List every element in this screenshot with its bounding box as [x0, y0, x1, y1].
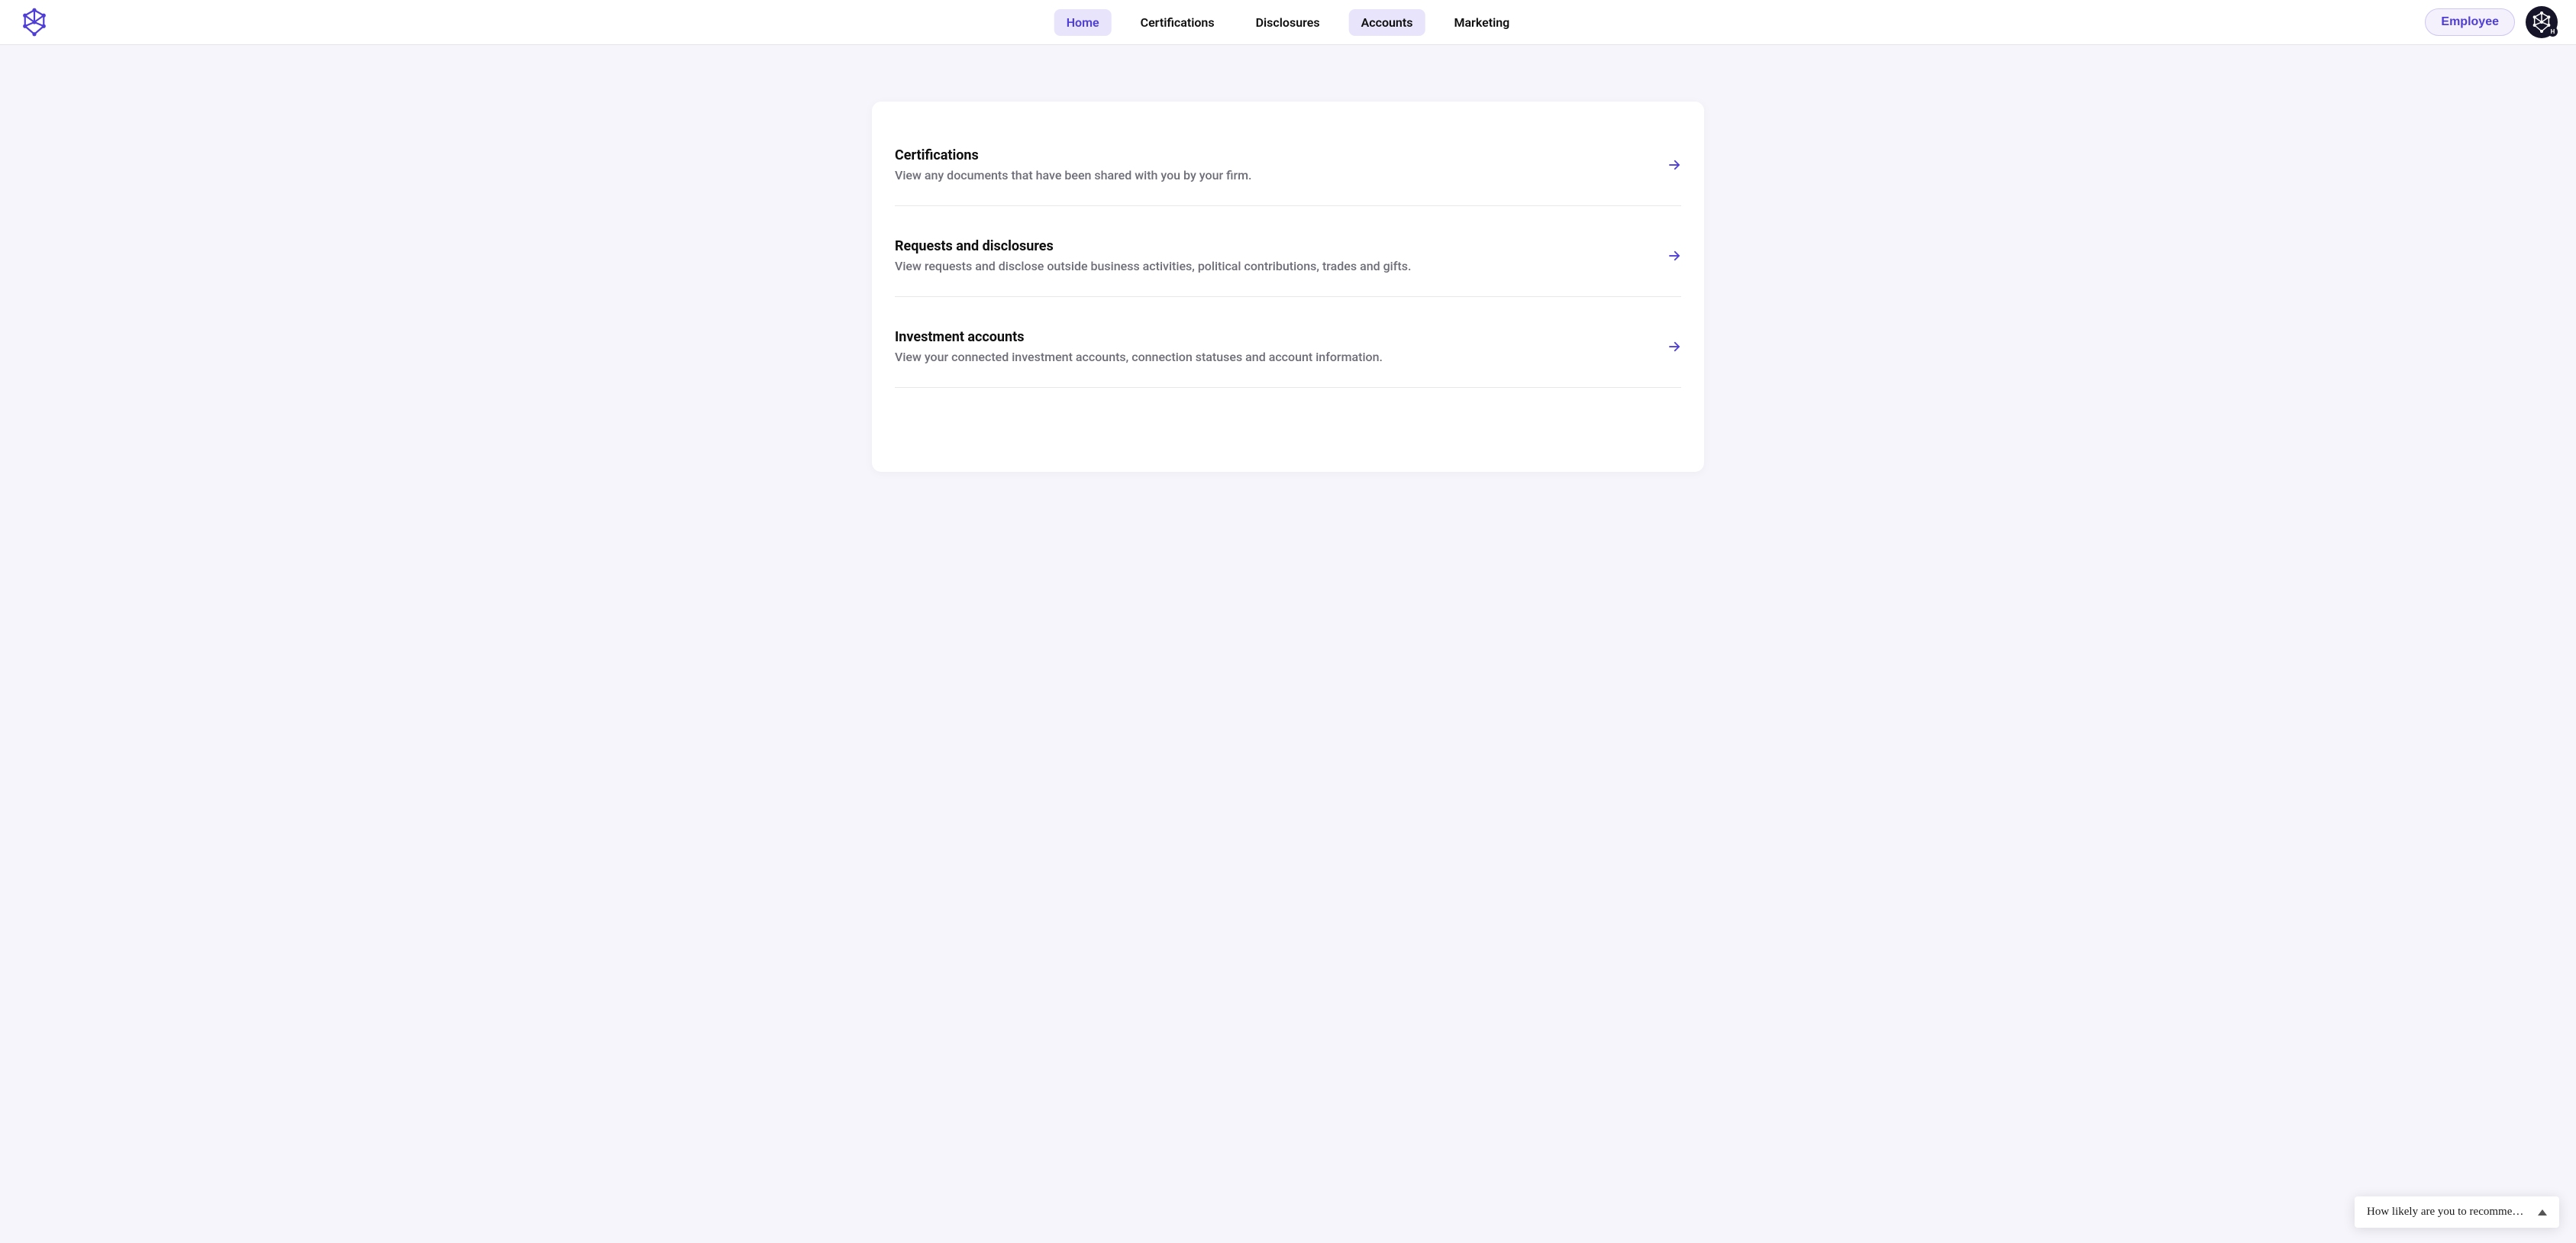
arrow-right-icon: [1667, 340, 1681, 354]
list-item-title: Requests and disclosures: [895, 238, 1652, 254]
header-right: Employee H: [2425, 6, 2558, 38]
list-item-requests-disclosures[interactable]: Requests and disclosures View requests a…: [895, 229, 1681, 297]
nav-accounts[interactable]: Accounts: [1349, 9, 1425, 36]
app-header: Home Certifications Disclosures Accounts…: [0, 0, 2576, 45]
main-content: Certifications View any documents that h…: [857, 102, 1719, 472]
survey-widget[interactable]: How likely are you to recommen…: [2355, 1196, 2559, 1228]
list-item-description: View any documents that have been shared…: [895, 168, 1652, 182]
list-item-description: View requests and disclose outside busin…: [895, 259, 1652, 273]
avatar-badge: H: [2548, 27, 2558, 37]
list-item-certifications[interactable]: Certifications View any documents that h…: [895, 138, 1681, 206]
survey-text: How likely are you to recommen…: [2367, 1206, 2527, 1219]
arrow-right-icon: [1667, 158, 1681, 172]
list-item-title: Investment accounts: [895, 329, 1652, 345]
list-item-investment-accounts[interactable]: Investment accounts View your connected …: [895, 320, 1681, 388]
list-item-text: Requests and disclosures View requests a…: [895, 238, 1652, 273]
avatar[interactable]: H: [2526, 6, 2558, 38]
header-left: [18, 6, 50, 38]
nav-certifications[interactable]: Certifications: [1128, 9, 1227, 36]
nav-marketing[interactable]: Marketing: [1441, 9, 1522, 36]
arrow-right-icon: [1667, 249, 1681, 263]
list-item-description: View your connected investment accounts,…: [895, 350, 1652, 364]
logo-icon[interactable]: [18, 6, 50, 38]
list-item-text: Investment accounts View your connected …: [895, 329, 1652, 364]
employee-button[interactable]: Employee: [2425, 8, 2515, 36]
nav-home[interactable]: Home: [1054, 9, 1112, 36]
list-item-title: Certifications: [895, 147, 1652, 163]
main-nav: Home Certifications Disclosures Accounts…: [1054, 9, 1522, 36]
list-item-text: Certifications View any documents that h…: [895, 147, 1652, 182]
expand-up-icon: [2538, 1209, 2547, 1216]
content-card: Certifications View any documents that h…: [872, 102, 1704, 472]
nav-disclosures[interactable]: Disclosures: [1244, 9, 1332, 36]
